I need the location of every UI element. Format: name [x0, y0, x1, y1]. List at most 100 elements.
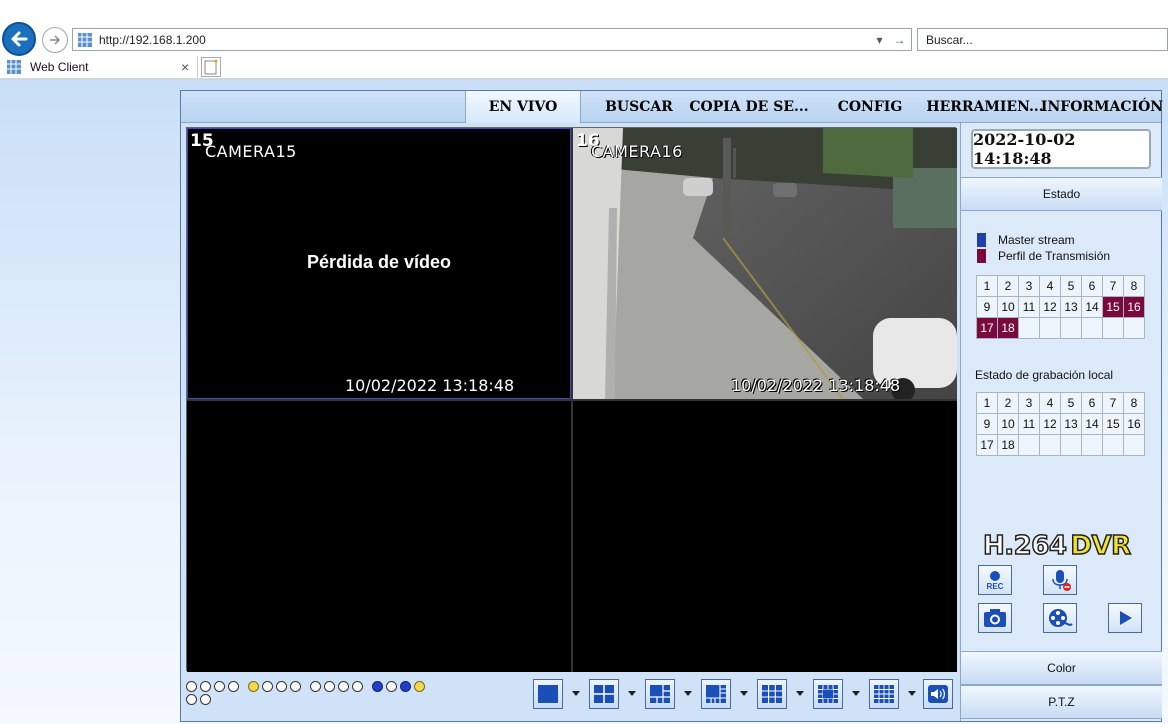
status-dot — [386, 681, 397, 692]
tab-config[interactable]: CONFIG — [821, 91, 919, 123]
layout-6-button[interactable] — [645, 679, 675, 709]
channel-cell: 2 — [998, 276, 1019, 297]
caret-down-icon[interactable] — [572, 691, 580, 696]
video-loss-text: Pérdida de vídeo — [306, 252, 452, 272]
address-url: http://192.168.1.200 — [99, 32, 206, 47]
search-input[interactable]: Buscar... — [917, 28, 1168, 51]
channel-cell: 9 — [977, 297, 998, 318]
new-tab-button[interactable] — [201, 57, 221, 77]
channel-cell: 4 — [1040, 276, 1061, 297]
caret-down-icon[interactable] — [740, 691, 748, 696]
channel-status-dots — [186, 681, 446, 711]
layout-sixteen-icon — [874, 685, 894, 703]
caret-down-icon[interactable] — [908, 691, 916, 696]
stream-channel-grid: 1 2 3 4 5 6 7 8 9 10 11 12 13 14 15 16 17 18 — [976, 275, 1145, 339]
channel-cell: 1 — [977, 393, 998, 414]
camera-cell-empty-4[interactable] — [573, 401, 957, 672]
right-panel: 2022-10-02 14:18:48 Estado Master stream… — [960, 123, 1162, 721]
caret-down-icon[interactable] — [852, 691, 860, 696]
channel-cell — [1124, 435, 1145, 456]
recording-channel-grid: 1 2 3 4 5 6 7 8 9 10 11 12 13 14 15 16 17 18 — [976, 392, 1145, 456]
camera-cell-15[interactable]: 15 CAMERA15 Pérdida de vídeo 10/02/2022 … — [187, 128, 571, 399]
legend-swatch — [977, 249, 986, 263]
layout-8-button[interactable] — [701, 679, 731, 709]
camera-timestamp: 10/02/2022 13:18:48 — [731, 376, 901, 395]
arrow-right-icon — [50, 35, 61, 45]
caret-down-icon[interactable] — [628, 691, 636, 696]
status-dot — [200, 681, 211, 692]
go-arrow-icon[interactable]: → — [894, 33, 906, 47]
video-record-button[interactable] — [1043, 603, 1077, 633]
camera-icon — [984, 609, 1006, 627]
record-button[interactable]: REC — [978, 565, 1012, 595]
back-button[interactable] — [2, 22, 36, 56]
channel-cell — [1040, 435, 1061, 456]
layout-single-icon — [538, 685, 558, 703]
tab-copia[interactable]: COPIA DE SE... — [689, 91, 809, 123]
layout-1-button[interactable] — [533, 679, 563, 709]
layout-16-button[interactable] — [869, 679, 899, 709]
close-icon[interactable]: × — [181, 59, 197, 75]
channel-cell — [1019, 318, 1040, 339]
dropdown-icon[interactable]: ▾ — [876, 33, 882, 47]
status-dot — [200, 694, 211, 705]
microphone-button[interactable] — [1043, 565, 1077, 595]
tab-herramientas[interactable]: HERRAMIEN... — [925, 91, 1045, 123]
status-dot — [186, 681, 197, 692]
channel-cell: 11 — [1019, 414, 1040, 435]
channel-cell: 10 — [998, 414, 1019, 435]
page-favicon-icon — [78, 32, 92, 47]
caret-down-icon[interactable] — [684, 691, 692, 696]
caret-down-icon[interactable] — [796, 691, 804, 696]
channel-cell: 6 — [1082, 393, 1103, 414]
ptz-section-header[interactable]: P.T.Z — [961, 685, 1162, 719]
channel-cell: 7 — [1103, 276, 1124, 297]
rec-icon: REC — [987, 571, 1004, 591]
browser-tab[interactable]: Web Client × — [0, 56, 198, 78]
layout-quad-icon — [594, 685, 614, 703]
status-dot — [400, 681, 411, 692]
camera-16-feed-image — [573, 128, 957, 399]
camera-cell-empty-3[interactable] — [187, 401, 571, 672]
camera-cell-16[interactable]: 16 CAMERA16 10/02/2022 13:18:48 — [573, 128, 957, 399]
audio-button[interactable] — [923, 679, 953, 709]
channel-cell: 15 — [1103, 297, 1124, 318]
tab-informacion[interactable]: INFORMACIÓN — [1041, 91, 1163, 123]
legend-profile: Perfil de Transmisión — [977, 249, 1110, 263]
channel-cell: 4 — [1040, 393, 1061, 414]
channel-cell: 3 — [1019, 393, 1040, 414]
channel-cell: 10 — [998, 297, 1019, 318]
address-bar[interactable]: http://192.168.1.200 ▾ → — [72, 28, 912, 51]
play-icon — [1120, 611, 1132, 625]
tab-buscar[interactable]: BUSCAR — [593, 91, 685, 123]
camera-timestamp: 10/02/2022 13:18:48 — [345, 376, 515, 395]
channel-cell — [1124, 318, 1145, 339]
status-dot — [324, 681, 335, 692]
status-dot — [414, 681, 425, 692]
layout-4-button[interactable] — [589, 679, 619, 709]
speaker-icon — [928, 685, 948, 703]
channel-cell — [1019, 435, 1040, 456]
channel-cell: 2 — [998, 393, 1019, 414]
channel-cell — [1082, 435, 1103, 456]
forward-button[interactable] — [42, 27, 68, 53]
color-section-header[interactable]: Color — [961, 651, 1162, 685]
legend-master: Master stream — [977, 233, 1075, 247]
channel-cell: 5 — [1061, 393, 1082, 414]
layout-9-button[interactable] — [757, 679, 787, 709]
status-dot — [214, 681, 225, 692]
snapshot-button[interactable] — [978, 603, 1012, 633]
browser-chrome: http://192.168.1.200 ▾ → Buscar... Web C… — [0, 0, 1168, 80]
status-dot — [248, 681, 259, 692]
play-button[interactable] — [1108, 603, 1142, 633]
arrow-left-icon — [11, 31, 28, 47]
video-grid: 15 CAMERA15 Pérdida de vídeo 10/02/2022 … — [186, 127, 957, 672]
new-tab-icon — [204, 59, 218, 75]
channel-cell: 16 — [1124, 414, 1145, 435]
tab-en-vivo[interactable]: EN VIVO — [465, 91, 581, 123]
layout-nine-icon — [762, 685, 782, 703]
estado-section-header[interactable]: Estado — [961, 177, 1162, 211]
status-dot — [186, 694, 197, 705]
layout-13-button[interactable] — [813, 679, 843, 709]
channel-cell: 13 — [1061, 414, 1082, 435]
